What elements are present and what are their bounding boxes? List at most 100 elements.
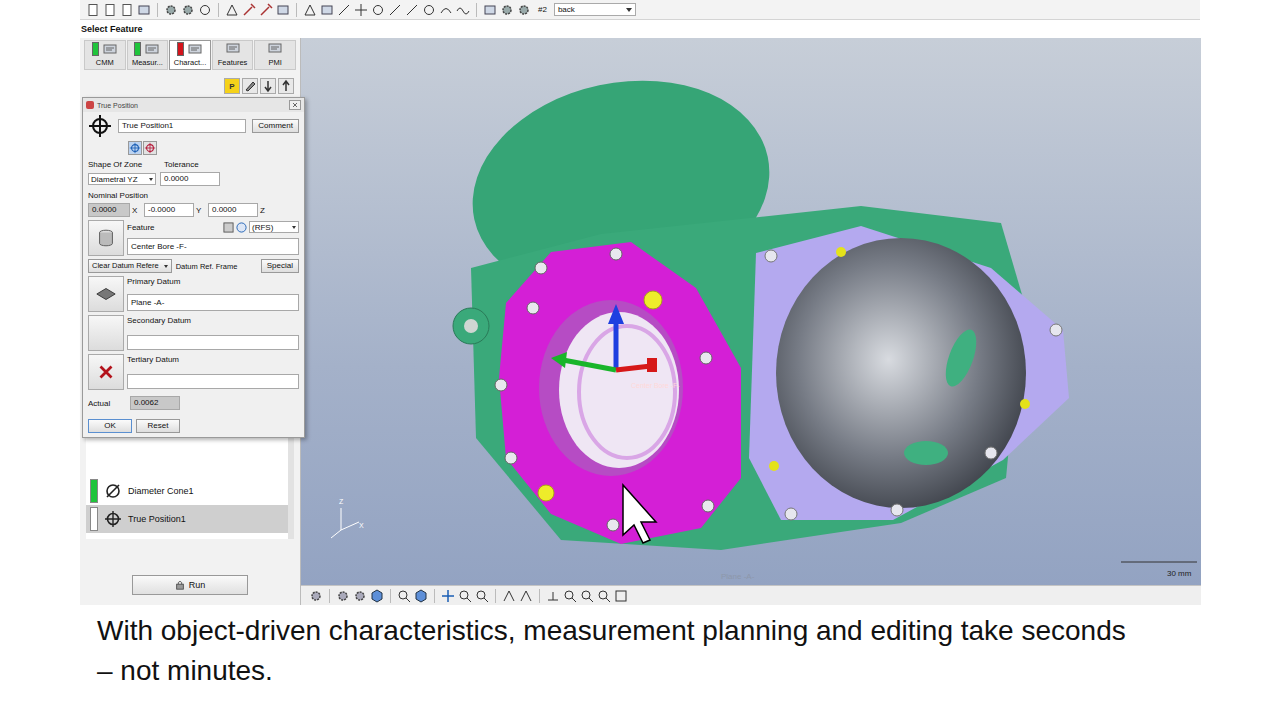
comment-button[interactable]: Comment (252, 119, 299, 133)
tab[interactable]: CMM (84, 40, 126, 70)
gear-icon[interactable] (309, 589, 323, 603)
gear-icon[interactable] (336, 589, 350, 603)
line-icon[interactable] (405, 3, 419, 17)
sq-icon[interactable] (483, 3, 497, 17)
tab-icon (144, 43, 160, 55)
toolbar-separator (157, 3, 158, 17)
tab[interactable]: Measur... (127, 40, 169, 70)
tri-icon[interactable] (303, 3, 317, 17)
true-position-icon (88, 114, 112, 138)
gear-icon[interactable] (517, 3, 531, 17)
tab[interactable]: Features (212, 40, 254, 70)
p-button[interactable]: P (224, 78, 240, 94)
axis-z-label: Z (339, 498, 344, 505)
doc-icon[interactable] (86, 3, 100, 17)
position-mode-icon[interactable] (128, 141, 142, 155)
toolbar-separator (329, 589, 330, 603)
doc-icon[interactable] (103, 3, 117, 17)
clear-icon (95, 361, 117, 383)
characteristic-row[interactable]: True Position1 (86, 505, 288, 533)
reset-button[interactable]: Reset (136, 419, 180, 433)
gear-icon[interactable] (164, 3, 178, 17)
arrow-down-icon[interactable] (260, 78, 276, 94)
arrow-up-icon[interactable] (278, 78, 294, 94)
sub-toolbar: P (80, 70, 300, 96)
gear-icon[interactable] (181, 3, 195, 17)
wave-icon[interactable] (456, 3, 470, 17)
sq-icon[interactable] (320, 3, 334, 17)
wand-icon[interactable] (259, 3, 273, 17)
nominal-field[interactable]: -0.0000 (144, 203, 194, 217)
circ-icon[interactable] (475, 589, 489, 603)
run-button[interactable]: Run (132, 575, 248, 595)
cross-icon[interactable] (354, 3, 368, 17)
line-icon[interactable] (546, 589, 560, 603)
header: Select Feature (80, 20, 1200, 38)
arc-icon[interactable] (439, 3, 453, 17)
gear-icon[interactable] (500, 3, 514, 17)
sq-icon[interactable] (276, 3, 290, 17)
circ-icon[interactable] (580, 589, 594, 603)
circ-icon[interactable] (198, 3, 212, 17)
position-mode-alt-icon[interactable] (143, 141, 157, 155)
tab-icon (225, 42, 241, 54)
material-select[interactable]: (RFS) (249, 221, 299, 233)
circ-icon[interactable] (397, 589, 411, 603)
gear-icon[interactable] (353, 589, 367, 603)
tri-icon[interactable] (519, 589, 533, 603)
doc-icon[interactable] (120, 3, 134, 17)
shape-select[interactable]: Diametral YZ (88, 173, 156, 185)
line-icon[interactable] (388, 3, 402, 17)
actual-value: 0.0062 (130, 396, 180, 410)
circ-icon[interactable] (563, 589, 577, 603)
dialog-title-bar[interactable]: True Position (83, 98, 304, 112)
close-icon[interactable] (289, 100, 301, 110)
feature-option-icon[interactable] (223, 222, 234, 233)
nominal-field[interactable]: 0.0000 (88, 203, 130, 217)
clear-datum-button[interactable]: Clear Datum Refere (88, 259, 172, 273)
tab-icon (267, 42, 283, 54)
name-field[interactable]: True Position1 (118, 119, 246, 133)
3d-viewport[interactable]: Center Bore -F-ZXPlane -A-30 mm (301, 38, 1201, 585)
special-button[interactable]: Special (261, 259, 299, 273)
caption: With object-driven characteristics, meas… (97, 611, 1137, 691)
toolbar-separator (218, 3, 219, 17)
tab[interactable]: Charact... (169, 40, 211, 70)
datum-field[interactable] (127, 374, 299, 389)
ok-button[interactable]: OK (88, 419, 132, 433)
circ-icon[interactable] (458, 589, 472, 603)
cross-icon[interactable] (441, 589, 455, 603)
circ-icon[interactable] (371, 3, 385, 17)
status-indicator (92, 42, 99, 56)
tolerance-field[interactable]: 0.0000 (160, 172, 220, 186)
part-model[interactable]: Center Bore -F-ZXPlane -A-30 mm (301, 38, 1201, 585)
status-indicator (90, 507, 98, 531)
cube-icon[interactable] (370, 589, 384, 603)
feature-button[interactable] (88, 220, 124, 256)
wand-icon[interactable] (242, 3, 256, 17)
characteristic-row[interactable]: Diameter Cone1 (86, 477, 288, 505)
view-select[interactable]: back (554, 3, 636, 16)
datum-row: Primary DatumPlane -A- (88, 276, 299, 312)
circ-icon[interactable] (422, 3, 436, 17)
sq-icon[interactable] (614, 589, 628, 603)
datum-button[interactable] (88, 354, 124, 390)
datum-button[interactable] (88, 315, 124, 351)
tri-icon[interactable] (225, 3, 239, 17)
feature-field[interactable]: Center Bore -F- (127, 238, 299, 255)
plane-label: Plane -A- (721, 572, 755, 581)
view-toolbar (301, 585, 1201, 605)
pencil-icon[interactable] (242, 78, 258, 94)
caret-icon (626, 8, 632, 12)
tab[interactable]: PMI (254, 40, 296, 70)
datum-button[interactable] (88, 276, 124, 312)
line-icon[interactable] (337, 3, 351, 17)
tri-icon[interactable] (502, 589, 516, 603)
sq-icon[interactable] (137, 3, 151, 17)
datum-field[interactable]: Plane -A- (127, 294, 299, 311)
cube-icon[interactable] (414, 589, 428, 603)
material-icon[interactable] (236, 222, 247, 233)
nominal-field[interactable]: 0.0000 (208, 203, 258, 217)
datum-field[interactable] (127, 335, 299, 350)
circ-icon[interactable] (597, 589, 611, 603)
